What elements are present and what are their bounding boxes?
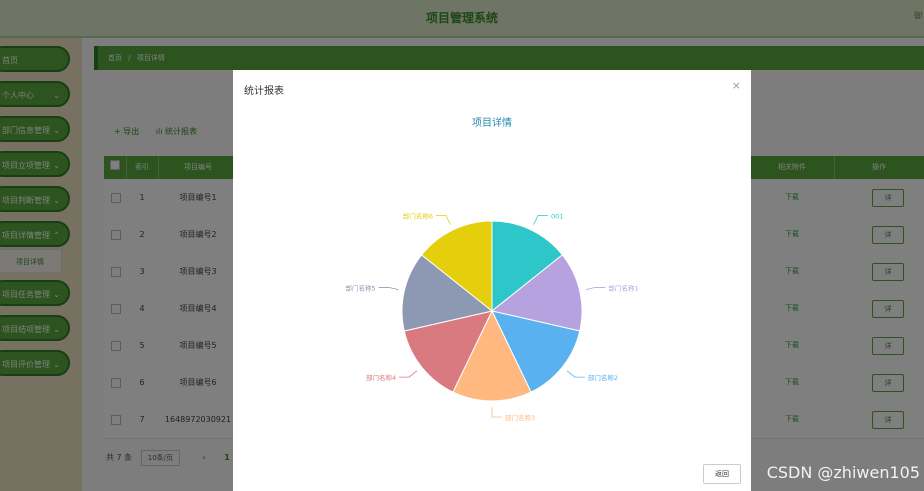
stats-dialog: 统计报表 × 项目详情 001 部门名称1 部门名称2 部门名称3 部门名称4 部门名称5… [233,70,751,491]
slice-label-line [566,370,585,378]
slice-label-line [585,287,606,291]
slice-label: 部门名称6 [403,211,433,220]
slice-label-line [533,215,548,225]
slice-label-line [399,370,418,378]
slice-label: 部门名称2 [588,373,618,382]
slice-label: 部门名称4 [366,373,396,382]
pie-chart: 项目详情 001 部门名称1 部门名称2 部门名称3 部门名称4 部门名称5 部门名称6 [346,116,639,422]
slice-label: 001 [551,212,563,220]
slice-label-line [491,407,502,418]
slice-label: 部门名称3 [505,413,535,422]
slice-label: 部门名称5 [346,283,376,292]
watermark: CSDN @zhiwen105 [766,463,920,482]
slice-label-line [436,215,451,225]
slice-label-line [378,287,399,291]
mouse-cursor-icon: ⇖ [296,218,305,229]
slice-label: 部门名称1 [608,283,638,292]
chart-title: 项目详情 [472,116,512,129]
back-button[interactable]: 返回 [703,464,741,484]
